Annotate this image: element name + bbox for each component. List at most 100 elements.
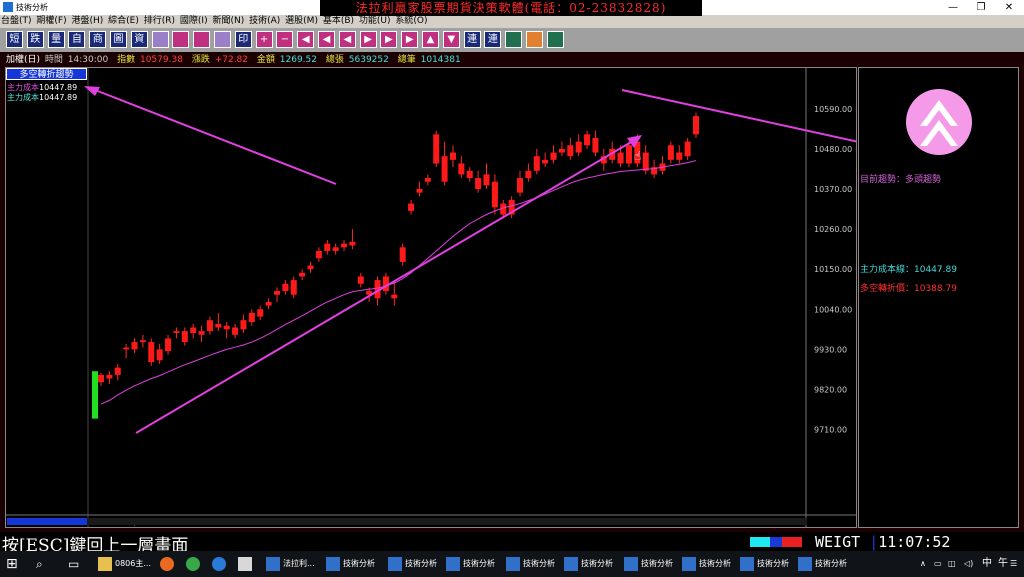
candle-body (491, 181, 498, 208)
toolbar-button-17[interactable]: ▶ (359, 31, 377, 48)
toolbar-button-20[interactable]: ▲ (422, 31, 439, 48)
arrowhead-1 (84, 86, 100, 96)
chrome-icon (186, 556, 200, 571)
toolbar-button-7[interactable] (151, 31, 169, 48)
toolbar-button-21[interactable]: ▼ (442, 31, 460, 48)
menu-item-tw[interactable]: 台盤(T) (0, 15, 33, 28)
menu-item-futures[interactable]: 期權(F) (35, 15, 67, 28)
tray-chevron-icon[interactable]: ∧ (920, 554, 926, 574)
toolbar-button-16[interactable]: ◀ (338, 31, 356, 48)
toolbar-button-6[interactable]: 資 (130, 31, 148, 48)
menu-item-hk[interactable]: 港盤(H) (70, 15, 104, 28)
taskbar-clock[interactable]: 午 (998, 554, 1008, 574)
toolbar-button-8[interactable] (172, 31, 190, 48)
taskbar-chrome[interactable] (186, 554, 203, 574)
taskbar-mail[interactable] (238, 554, 255, 574)
mail-icon (238, 556, 252, 571)
toolbar-button-10[interactable] (214, 31, 231, 48)
taskbar-item-folder[interactable]: 0806主... (98, 554, 151, 574)
weigt-label: WEIGT |11:07:52 (815, 533, 951, 551)
toolbar-button-18[interactable]: ▶ (380, 31, 398, 48)
taskbar-item-tech-7[interactable]: 技術分析 (740, 554, 789, 574)
banner-title: 法拉利贏家股票期貨決策軟體(電話：02-23832828) (320, 0, 702, 16)
toolbar-button-13[interactable]: − (276, 31, 294, 48)
toolbar-button-2[interactable]: 量 (47, 31, 65, 48)
candle-body (206, 320, 213, 332)
candle-initial (92, 371, 98, 419)
window-title: 技術分析 (16, 3, 48, 12)
toolbar-button-3[interactable]: 自 (68, 31, 86, 48)
candle-body (542, 159, 549, 164)
candle-body (684, 141, 691, 157)
menu-item-tech[interactable]: 技術(A) (248, 15, 281, 28)
tray-volume-icon[interactable]: ◁) (964, 554, 973, 574)
restore-button[interactable]: ❐ (966, 0, 996, 15)
taskbar-item-tech-1[interactable]: 技術分析 (388, 554, 437, 574)
price-label: 指數 (117, 55, 136, 65)
input-language[interactable]: 中 (982, 554, 992, 574)
tech-app-icon (624, 556, 638, 571)
index-name: 加權(日) (6, 55, 41, 65)
weigt-text: WEIGT (815, 533, 861, 551)
trend-mode-button[interactable]: 多空轉折趨勢 (6, 68, 87, 80)
candlestick-chart[interactable]: 10590.00 10480.00 10370.00 10260.00 10150.00… (6, 68, 856, 527)
toolbar-button-4[interactable]: 商 (89, 31, 107, 48)
menu-bar: 台盤(T) 期權(F) 港盤(H) 綜合(E) 排行(R) 國際(I) 新聞(N… (0, 15, 1024, 28)
taskbar-item-tech-3[interactable]: 技術分析 (506, 554, 555, 574)
taskbar-edge[interactable] (212, 554, 229, 574)
toolbar-button-25[interactable] (526, 31, 543, 48)
candle-body (449, 152, 456, 160)
toolbar-button-23[interactable]: 連 (484, 31, 502, 48)
minimize-button[interactable]: — (938, 0, 968, 15)
taskbar-item-tech-2[interactable]: 技術分析 (446, 554, 495, 574)
toolbar-button-12[interactable]: + (255, 31, 273, 48)
menu-item-function[interactable]: 功能(U) (358, 15, 392, 28)
taskbar-item-ferrari[interactable]: 法拉利... (266, 554, 315, 574)
toolbar-button-1[interactable]: 跌 (26, 31, 44, 48)
toolbar-button-15[interactable]: ◀ (318, 31, 335, 48)
candle-body (190, 327, 197, 333)
candle-body (248, 312, 255, 323)
taskbar-item-tech-5[interactable]: 技術分析 (624, 554, 673, 574)
candle-body (584, 134, 591, 146)
y-tick-label: 9820.00 (814, 385, 847, 394)
menu-item-intl[interactable]: 國際(I) (179, 15, 209, 28)
toolbar-button-19[interactable]: ▶ (401, 31, 419, 48)
candle-body (332, 247, 339, 251)
taskbar-item-tech-8[interactable]: 技術分析 (798, 554, 847, 574)
quote-infobar: 加權(日) 時間 14:30:00 指數 10579.38 漲跌 +72.82 … (6, 54, 856, 66)
toolbar-button-14[interactable]: ◀ (297, 31, 315, 48)
toolbar-button-5[interactable]: 圖 (110, 31, 127, 48)
taskbar-item-tech-4[interactable]: 技術分析 (564, 554, 613, 574)
menu-item-composite[interactable]: 綜合(E) (107, 15, 140, 28)
search-icon[interactable]: ⌕ (36, 554, 43, 574)
close-button[interactable]: ✕ (994, 0, 1024, 15)
notification-icon[interactable]: ☰ (1010, 554, 1017, 574)
taskbar-item-tech-6[interactable]: 技術分析 (682, 554, 731, 574)
menu-item-rank[interactable]: 排行(R) (143, 15, 176, 28)
start-windows-icon[interactable]: ⊞ (6, 554, 18, 574)
menu-item-news[interactable]: 新聞(N) (211, 15, 245, 28)
candle-body (173, 331, 180, 333)
toolbar-button-0[interactable]: 短 (6, 31, 23, 48)
menu-item-system[interactable]: 系統(O) (394, 15, 428, 28)
taskbar-firefox[interactable] (160, 554, 177, 574)
candle-body (282, 283, 289, 292)
toolbar-button-24[interactable] (505, 31, 523, 48)
candle-body (148, 342, 155, 363)
task-view-icon[interactable]: ▭ (68, 554, 79, 574)
candle-body (433, 134, 440, 164)
toolbar-button-22[interactable]: 連 (463, 31, 481, 48)
toolbar-button-9[interactable] (193, 31, 211, 48)
time-value: 14:30:00 (67, 55, 109, 65)
taskbar-item-tech-0[interactable]: 技術分析 (326, 554, 375, 574)
menu-item-basic[interactable]: 基本(B) (322, 15, 355, 28)
menu-item-select[interactable]: 選股(M) (284, 15, 319, 28)
tray-network-icon: ◫ (948, 559, 956, 568)
change-value: +72.82 (214, 55, 249, 65)
candle-body (290, 280, 297, 295)
candle-body (592, 137, 599, 153)
toolbar-button-26[interactable] (546, 31, 564, 48)
candle-body (458, 163, 465, 175)
toolbar-button-11[interactable]: 印 (234, 31, 252, 48)
